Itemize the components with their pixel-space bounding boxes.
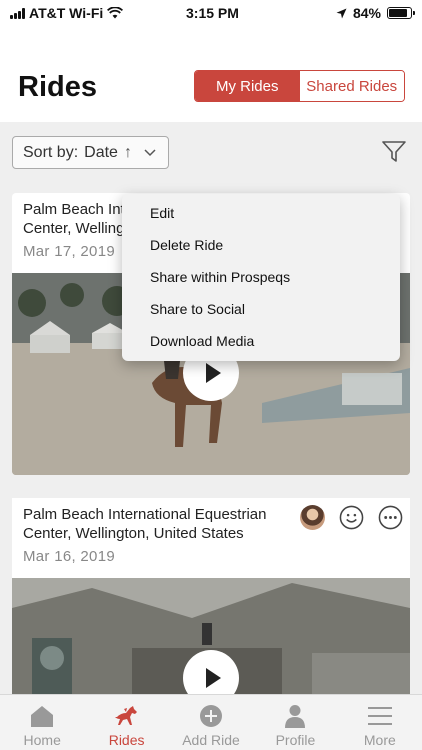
tab-shared-rides[interactable]: Shared Rides xyxy=(299,71,404,101)
tab-label: More xyxy=(363,732,396,748)
person-icon xyxy=(285,705,306,728)
tab-home[interactable]: Home xyxy=(0,695,84,750)
smiley-icon[interactable] xyxy=(339,505,364,530)
tab-more[interactable]: More xyxy=(338,695,422,750)
battery-percent: 84% xyxy=(352,5,381,21)
ride-location-line1: Palm Beach International Equestrian xyxy=(23,506,267,523)
tab-bar: Home Rides Add Ride Profile More xyxy=(0,694,422,750)
menu-item-edit[interactable]: Edit xyxy=(122,197,400,229)
tab-label: Rides xyxy=(108,732,145,748)
battery-icon xyxy=(387,7,415,19)
wifi-icon xyxy=(107,7,124,19)
sort-value: Date xyxy=(84,143,118,161)
horse-icon xyxy=(114,706,137,725)
clock: 3:15 PM xyxy=(186,5,239,21)
ride-date: Mar 17, 2019 xyxy=(23,243,115,260)
status-bar: AT&T Wi-Fi 3:15 PM 84% xyxy=(0,0,422,26)
menu-icon xyxy=(367,707,392,725)
tab-my-rides[interactable]: My Rides xyxy=(195,71,300,101)
card-actions xyxy=(300,505,403,530)
tab-rides[interactable]: Rides xyxy=(84,695,168,750)
tab-label: Add Ride xyxy=(182,732,240,748)
tab-add-ride[interactable]: Add Ride xyxy=(169,695,253,750)
chevron-down-icon xyxy=(144,148,156,156)
ride-context-menu: Edit Delete Ride Share within Prospeqs S… xyxy=(122,194,400,361)
menu-item-delete-ride[interactable]: Delete Ride xyxy=(122,229,400,261)
play-button[interactable] xyxy=(183,650,239,698)
sort-label: Sort by: xyxy=(23,143,79,161)
location-arrow-icon xyxy=(336,8,347,18)
cell-signal-icon xyxy=(10,7,25,19)
carrier-label: AT&T Wi-Fi xyxy=(29,5,104,21)
avatar[interactable] xyxy=(300,505,325,530)
rides-segmented-control: My Rides Shared Rides xyxy=(194,70,405,102)
filter-icon[interactable] xyxy=(382,141,406,163)
ride-location-line2: Center, Wellington, United States xyxy=(23,525,244,542)
menu-item-download-media[interactable]: Download Media xyxy=(122,325,400,357)
tab-label: Profile xyxy=(275,732,316,748)
more-options-icon[interactable] xyxy=(378,505,403,530)
ride-card[interactable]: Palm Beach International Equestrian Cent… xyxy=(12,498,410,698)
sort-dropdown[interactable]: Sort by: Date ↑ xyxy=(12,136,169,169)
home-icon xyxy=(31,706,54,727)
tab-profile[interactable]: Profile xyxy=(253,695,337,750)
status-left: AT&T Wi-Fi xyxy=(10,5,124,21)
status-right: 84% xyxy=(336,5,415,21)
page-title: Rides xyxy=(18,71,97,103)
menu-item-share-to-social[interactable]: Share to Social xyxy=(122,293,400,325)
plus-circle-icon xyxy=(200,705,223,727)
ride-date: Mar 16, 2019 xyxy=(23,548,115,565)
sort-direction-icon: ↑ xyxy=(123,143,132,161)
menu-item-share-within-prospeqs[interactable]: Share within Prospeqs xyxy=(122,261,400,293)
ride-video-thumbnail[interactable] xyxy=(12,578,410,698)
tab-label: Home xyxy=(23,732,61,748)
ride-location: Palm Beach International Equestrian Cent… xyxy=(23,505,283,543)
